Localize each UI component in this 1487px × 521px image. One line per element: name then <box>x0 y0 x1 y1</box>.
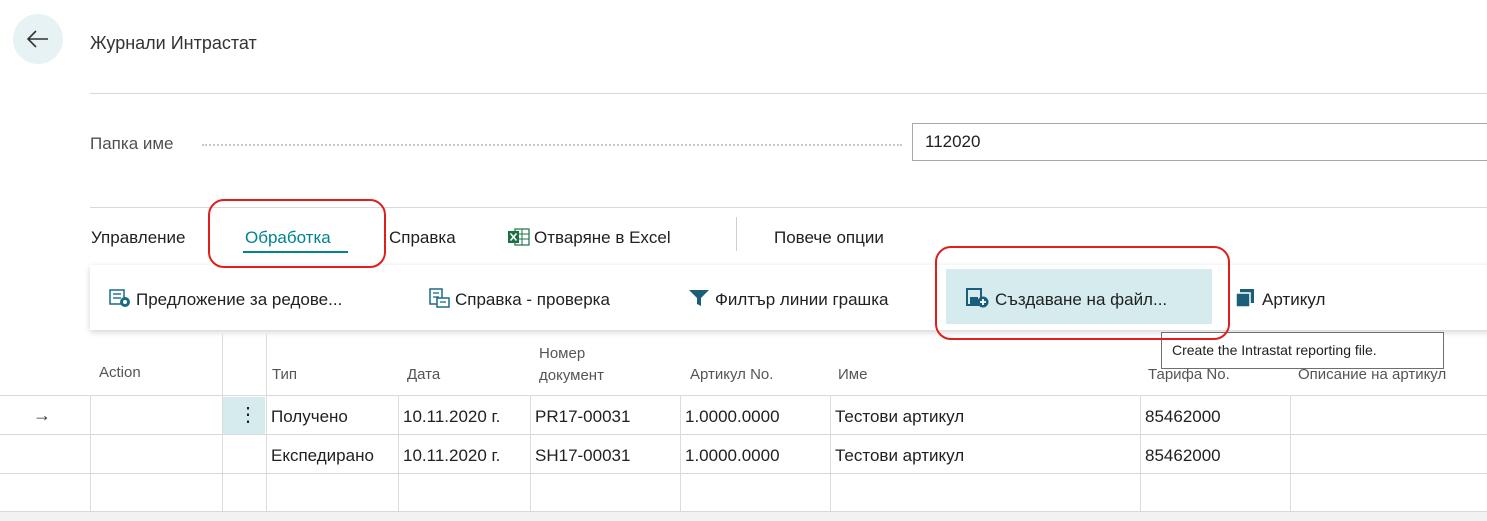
tab-open-in-excel[interactable]: Отваряне в Excel <box>508 228 671 248</box>
annotation-highlight-create-file <box>935 246 1230 340</box>
col-divider <box>266 334 267 511</box>
filter-error-lines-label: Филтър линии грашка <box>715 290 889 309</box>
field-label-folder-name: Папка име <box>90 134 174 153</box>
tab-more-options[interactable]: Повече опции <box>774 228 884 248</box>
col-header-document-no-line1: Номер <box>539 345 586 362</box>
col-header-action[interactable]: Action <box>99 364 141 381</box>
col-header-document-no[interactable]: Номер документ <box>539 343 604 387</box>
col-header-type[interactable]: Тип <box>272 366 297 383</box>
cell-tariff-no[interactable]: 85462000 <box>1145 446 1221 466</box>
cell-item-no[interactable]: 1.0000.0000 <box>685 407 780 427</box>
filter-icon <box>689 290 709 306</box>
col-header-item-description[interactable]: Описание на артикул <box>1298 366 1446 383</box>
bottom-scroll-area <box>0 512 1487 521</box>
back-button[interactable] <box>13 14 63 64</box>
cell-date[interactable]: 10.11.2020 г. <box>403 407 500 427</box>
field-leader-dots <box>202 144 902 146</box>
cell-name[interactable]: Тестови артикул <box>835 446 964 466</box>
col-header-document-no-line2: документ <box>539 367 604 384</box>
row-divider <box>0 473 1487 474</box>
cell-type[interactable]: Получено <box>271 407 348 427</box>
col-divider <box>830 395 831 511</box>
col-header-date[interactable]: Дата <box>407 366 440 383</box>
annotation-highlight-processing <box>208 199 386 268</box>
cell-document-no[interactable]: SH17-00031 <box>535 446 630 466</box>
col-divider <box>1290 395 1291 511</box>
cell-type[interactable]: Експедирано <box>271 446 374 466</box>
tab-management[interactable]: Управление <box>91 228 186 248</box>
row-divider <box>0 395 1487 396</box>
checklist-report-icon <box>429 288 450 308</box>
suggest-lines-button[interactable]: Предложение за редове... <box>109 288 342 310</box>
folder-name-input[interactable] <box>912 123 1487 161</box>
item-icon <box>1235 289 1254 308</box>
row-menu-button[interactable]: ⋮ <box>223 397 265 434</box>
cell-date[interactable]: 10.11.2020 г. <box>403 446 500 466</box>
checklist-report-label: Справка - проверка <box>455 290 610 309</box>
col-divider <box>90 395 91 511</box>
current-row-arrow-icon: → <box>33 405 51 425</box>
more-vertical-icon: ⋮ <box>238 404 258 426</box>
tab-open-in-excel-label: Отваряне в Excel <box>534 228 671 247</box>
tab-report[interactable]: Справка <box>389 228 456 248</box>
col-divider <box>1140 395 1141 511</box>
suggest-lines-icon <box>109 289 130 307</box>
cell-tariff-no[interactable]: 85462000 <box>1145 407 1221 427</box>
row-divider <box>0 434 1487 435</box>
col-divider <box>530 395 531 511</box>
excel-icon <box>508 228 530 246</box>
col-divider <box>398 395 399 511</box>
item-button[interactable]: Артикул <box>1235 288 1325 310</box>
item-label: Артикул <box>1262 290 1326 309</box>
cell-name[interactable]: Тестови артикул <box>835 407 964 427</box>
page-title: Журнали Интрастат <box>90 33 257 53</box>
checklist-report-button[interactable]: Справка - проверка <box>428 288 610 310</box>
suggest-lines-label: Предложение за редове... <box>136 290 343 309</box>
col-divider <box>680 395 681 511</box>
divider <box>90 93 1487 94</box>
col-header-tariff-no[interactable]: Тарифа No. <box>1148 366 1230 383</box>
cell-document-no[interactable]: PR17-00031 <box>535 407 630 427</box>
cell-item-no[interactable]: 1.0000.0000 <box>685 446 780 466</box>
tab-separator <box>736 217 737 251</box>
col-header-item-no[interactable]: Артикул No. <box>690 366 773 383</box>
col-header-name[interactable]: Име <box>838 366 867 383</box>
arrow-left-icon <box>26 30 48 48</box>
filter-error-lines-button[interactable]: Филтър линии грашка <box>688 288 888 310</box>
